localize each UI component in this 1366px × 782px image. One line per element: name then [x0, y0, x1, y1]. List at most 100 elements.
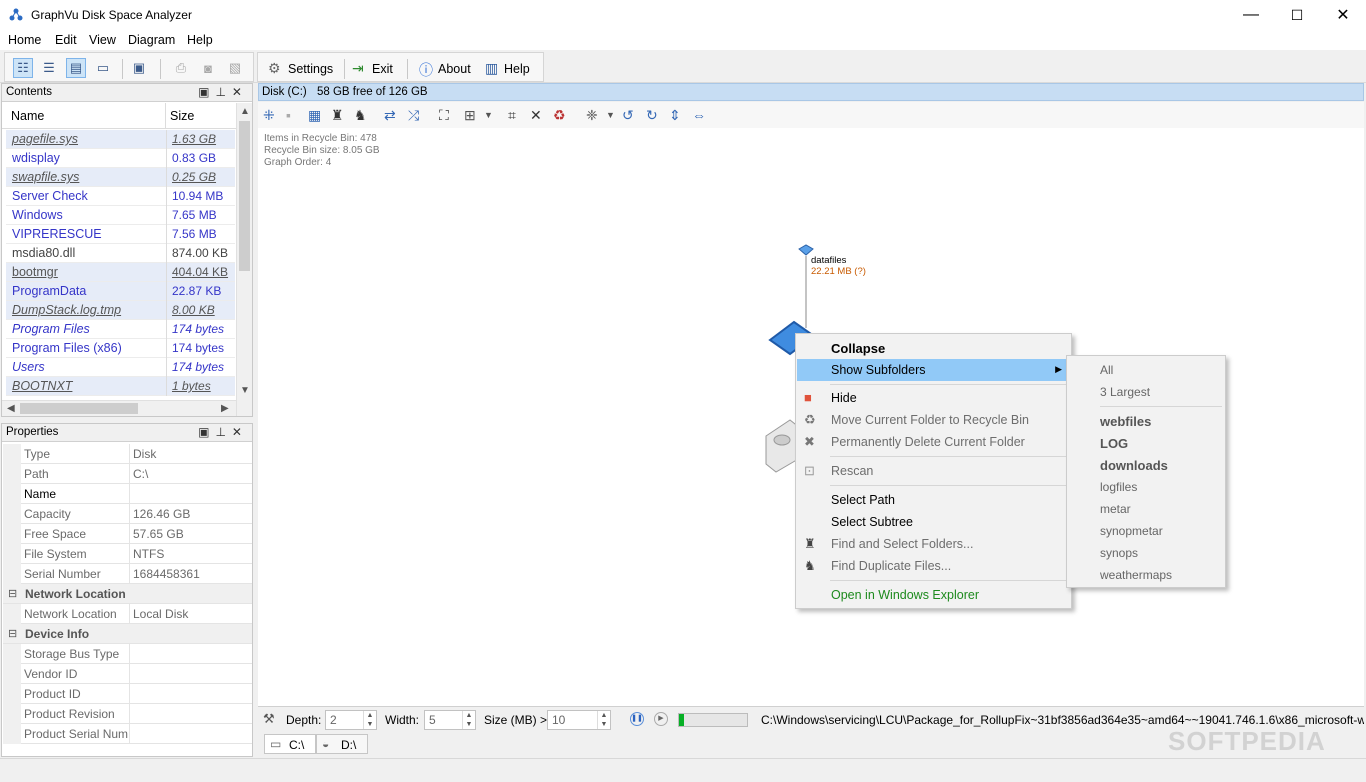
table-row[interactable]: ProgramData 22.87 KB: [6, 282, 235, 301]
submenu-item-folder[interactable]: LOG: [1100, 436, 1128, 451]
rotate-left-icon[interactable]: ↺: [622, 107, 634, 124]
property-row[interactable]: Free Space 57.65 GB: [3, 524, 252, 544]
properties-view-icon[interactable]: ▭: [93, 58, 113, 78]
contents-vertical-scrollbar[interactable]: ▲ ▼: [236, 103, 252, 416]
swap-icon[interactable]: ⇄: [384, 107, 396, 124]
pause-icon[interactable]: ❚❚: [630, 712, 644, 726]
fit-icon[interactable]: ⛶: [439, 107, 449, 124]
depth-spinner[interactable]: 2 ▲ ▼: [325, 710, 377, 730]
spinner-arrows-icon[interactable]: ▲ ▼: [597, 711, 610, 729]
menu-item-rescan[interactable]: ⊡ Rescan: [797, 460, 1070, 482]
export-icon[interactable]: ▧: [225, 58, 245, 78]
table-row[interactable]: DumpStack.log.tmp 8.00 KB: [6, 301, 235, 320]
close-button[interactable]: ✕: [1320, 0, 1366, 30]
tree-view-icon[interactable]: ☷: [13, 58, 33, 78]
menu-item-show-subfolders[interactable]: Show Subfolders ▶: [797, 359, 1070, 381]
table-row[interactable]: wdisplay 0.83 GB: [6, 149, 235, 168]
panel-pin-close-icons[interactable]: ▣⊥✕: [198, 85, 248, 99]
print-icon[interactable]: ⎙: [171, 58, 191, 78]
flip-vertical-icon[interactable]: ⇕: [669, 107, 681, 124]
exit-button[interactable]: Exit: [372, 62, 393, 76]
submenu-item-folder[interactable]: webfiles: [1100, 414, 1151, 429]
about-button[interactable]: About: [438, 62, 471, 76]
flip-horizontal-icon[interactable]: ⇔: [692, 107, 706, 123]
menu-item-find-duplicates[interactable]: ♞ Find Duplicate Files...: [797, 555, 1070, 577]
column-name-header[interactable]: Name: [11, 109, 44, 123]
submenu-item-3-largest[interactable]: 3 Largest: [1100, 385, 1150, 399]
submenu-item-folder[interactable]: metar: [1100, 502, 1131, 516]
table-row[interactable]: Users 174 bytes: [6, 358, 235, 377]
property-row[interactable]: File System NTFS: [3, 544, 252, 564]
property-row[interactable]: Capacity 126.46 GB: [3, 504, 252, 524]
submenu-item-folder[interactable]: synopmetar: [1100, 524, 1163, 538]
submenu-item-folder[interactable]: logfiles: [1100, 480, 1137, 494]
property-row[interactable]: Product Serial Num: [3, 724, 252, 744]
menu-item-select-path[interactable]: Select Path: [797, 489, 1070, 511]
menu-item-permanently-delete[interactable]: ✖ Permanently Delete Current Folder: [797, 431, 1070, 453]
shuffle-icon[interactable]: ⤮: [408, 107, 419, 124]
contents-horizontal-scrollbar[interactable]: ◀ ▶: [2, 400, 236, 416]
wrench-icon[interactable]: ⚒: [263, 711, 275, 727]
scroll-thumb[interactable]: [239, 121, 250, 271]
table-row[interactable]: msdia80.dll 874.00 KB: [6, 244, 235, 263]
table-row[interactable]: BOOTNXT 1 bytes: [6, 377, 235, 396]
table-row[interactable]: VIPRERESCUE 7.56 MB: [6, 225, 235, 244]
submenu-item-folder[interactable]: weathermaps: [1100, 568, 1172, 582]
recycle-icon[interactable]: ♻: [553, 107, 566, 124]
menu-item-move-to-recycle-bin[interactable]: ♻ Move Current Folder to Recycle Bin: [797, 409, 1070, 431]
find-folders-icon[interactable]: ♜: [331, 107, 344, 124]
menu-item-open-explorer[interactable]: Open in Windows Explorer: [797, 584, 1070, 606]
menu-edit[interactable]: Edit: [55, 33, 77, 47]
expand-all-icon[interactable]: ⁜: [263, 107, 275, 124]
chevron-down-icon[interactable]: ▼: [606, 110, 615, 120]
print-preview-icon[interactable]: ◙: [198, 58, 218, 78]
find-duplicates-icon[interactable]: ♞: [354, 107, 367, 124]
list-view-icon[interactable]: ☰: [39, 58, 59, 78]
grid-icon[interactable]: ▦: [308, 107, 321, 124]
minimize-button[interactable]: —: [1228, 0, 1274, 30]
scroll-left-icon[interactable]: ◀: [7, 403, 15, 414]
collapse-icon[interactable]: ⊟: [8, 627, 17, 640]
scroll-down-icon[interactable]: ▼: [240, 385, 250, 396]
property-row[interactable]: Product ID: [3, 684, 252, 704]
panel-pin-close-icons[interactable]: ▣⊥✕: [198, 425, 248, 439]
table-row[interactable]: Program Files (x86) 174 bytes: [6, 339, 235, 358]
node-folder-name[interactable]: datafiles: [811, 255, 846, 266]
property-category[interactable]: ⊟ Device Info: [3, 624, 252, 644]
collapse-all-icon[interactable]: ▪: [286, 107, 291, 123]
tab-drive-d[interactable]: ◒ D:\: [316, 734, 368, 754]
property-row[interactable]: Network Location Local Disk: [3, 604, 252, 624]
menu-item-find-select-folders[interactable]: ♜ Find and Select Folders...: [797, 533, 1070, 555]
menu-help[interactable]: Help: [187, 33, 213, 47]
select-icon[interactable]: ⌗: [508, 107, 516, 124]
menu-item-select-subtree[interactable]: Select Subtree: [797, 511, 1070, 533]
detail-view-icon[interactable]: ▤: [66, 58, 86, 78]
property-row[interactable]: Type Disk: [3, 444, 252, 464]
property-category[interactable]: ⊟ Network Location: [3, 584, 252, 604]
table-row[interactable]: bootmgr 404.04 KB: [6, 263, 235, 282]
delete-node-icon[interactable]: ✕: [530, 107, 542, 124]
table-row[interactable]: Server Check 10.94 MB: [6, 187, 235, 206]
column-size-header[interactable]: Size: [170, 109, 194, 123]
property-row[interactable]: Storage Bus Type: [3, 644, 252, 664]
scroll-up-icon[interactable]: ▲: [240, 106, 250, 117]
rotate-right-icon[interactable]: ↻: [646, 107, 658, 124]
property-row[interactable]: Serial Number 1684458361: [3, 564, 252, 584]
width-spinner[interactable]: 5 ▲ ▼: [424, 710, 476, 730]
scroll-thumb[interactable]: [20, 403, 138, 414]
table-row[interactable]: pagefile.sys 1.63 GB: [6, 130, 235, 149]
property-row[interactable]: Vendor ID: [3, 664, 252, 684]
table-row[interactable]: swapfile.sys 0.25 GB: [6, 168, 235, 187]
size-spinner[interactable]: 10 ▲ ▼: [547, 710, 611, 730]
submenu-item-all[interactable]: All: [1100, 363, 1113, 377]
maximize-button[interactable]: ☐: [1274, 0, 1320, 30]
spinner-arrows-icon[interactable]: ▲ ▼: [363, 711, 376, 729]
table-row[interactable]: Program Files 174 bytes: [6, 320, 235, 339]
zoom-icon[interactable]: ⊞: [464, 107, 476, 124]
play-icon[interactable]: ▶: [654, 712, 668, 726]
submenu-item-folder[interactable]: synops: [1100, 546, 1138, 560]
tab-drive-c[interactable]: ▭ C:\: [264, 734, 316, 754]
menu-item-collapse[interactable]: Collapse: [797, 337, 1070, 359]
property-row[interactable]: Path C:\: [3, 464, 252, 484]
menu-item-hide[interactable]: ■ Hide: [797, 387, 1070, 409]
